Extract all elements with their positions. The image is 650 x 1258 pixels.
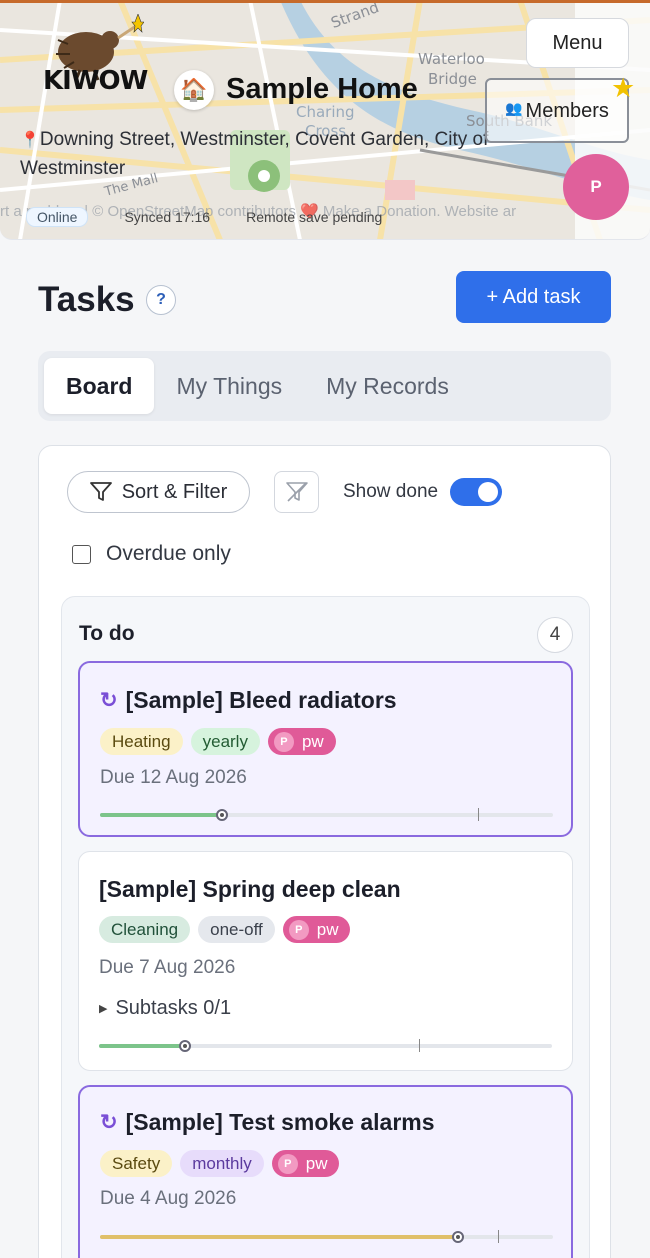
address-text: Downing Street, Westminster, Covent Gard…	[20, 129, 489, 179]
members-label: Members	[525, 100, 609, 122]
category-tag: Cleaning	[99, 916, 191, 943]
remote-save-status: Remote save pending	[246, 209, 383, 225]
category-tag: Heating	[100, 728, 183, 755]
members-button[interactable]: 👥 Members	[485, 78, 629, 143]
tab-my-things[interactable]: My Things	[154, 358, 304, 414]
progress-handle[interactable]	[216, 809, 228, 821]
map-label: Bridge	[428, 70, 477, 88]
due-date: Due 12 Aug 2026	[100, 767, 247, 788]
task-card[interactable]: ↻ [Sample] Test smoke alarms Safety mont…	[78, 1085, 573, 1258]
location-pin-icon: 📍	[20, 132, 40, 149]
todo-column: To do 4 ↻ [Sample] Bleed radiators Heati…	[61, 596, 590, 1258]
assignee-name: pw	[316, 919, 339, 939]
task-board: Sort & Filter Show done Overdue only To …	[38, 445, 611, 1258]
show-done-label: Show done	[343, 481, 439, 502]
header-map: Strand Waterloo Bridge South Bank Charin…	[0, 0, 650, 240]
frequency-tag: yearly	[190, 728, 260, 755]
avatar: P	[273, 731, 294, 752]
members-icon: 👥	[505, 100, 523, 116]
task-card[interactable]: ↻ [Sample] Bleed radiators Heating yearl…	[78, 661, 573, 837]
logo-text: KIWOW	[43, 66, 148, 96]
recurring-icon: ↻	[100, 1111, 118, 1134]
progress-handle[interactable]	[179, 1040, 191, 1052]
progress-bar	[100, 1230, 553, 1243]
clear-filter-button[interactable]	[274, 471, 319, 513]
help-button[interactable]: ?	[146, 285, 176, 315]
menu-button[interactable]: Menu	[526, 18, 629, 68]
map-label: Waterloo	[418, 50, 485, 68]
home-icon: 🏠	[174, 70, 214, 110]
progress-bar	[100, 808, 553, 821]
progress-fill	[100, 813, 222, 817]
task-card[interactable]: [Sample] Spring deep clean Cleaning one-…	[78, 851, 573, 1071]
star-icon[interactable]: ★	[611, 73, 635, 104]
sync-status-row: Online Synced 17:16 Remote save pending	[26, 207, 382, 227]
avatar: P	[277, 1153, 298, 1174]
filter-off-icon	[285, 482, 308, 502]
assignee-tag: P pw	[271, 1150, 340, 1177]
due-date: Due 7 Aug 2026	[99, 957, 236, 978]
page-title: Tasks	[38, 280, 135, 319]
task-title-text: [Sample] Bleed radiators	[125, 687, 397, 713]
toggle-knob	[478, 482, 498, 502]
tab-board[interactable]: Board	[44, 358, 155, 414]
task-title-text: [Sample] Test smoke alarms	[125, 1109, 435, 1135]
category-tag: Safety	[100, 1150, 173, 1177]
progress-marker	[478, 808, 479, 821]
expand-triangle-icon: ▶	[99, 1003, 108, 1015]
task-title: ↻ [Sample] Test smoke alarms	[100, 1109, 435, 1136]
overdue-filter[interactable]: Overdue only	[72, 542, 231, 566]
task-tags: Safety monthly P pw	[100, 1150, 340, 1177]
progress-handle[interactable]	[452, 1231, 464, 1243]
column-count-badge: 4	[537, 617, 573, 653]
sort-filter-label: Sort & Filter	[121, 480, 228, 503]
online-badge: Online	[26, 207, 89, 227]
overdue-label: Overdue only	[106, 542, 231, 565]
tab-my-records[interactable]: My Records	[304, 358, 471, 414]
filter-icon	[89, 482, 112, 501]
show-done-toggle[interactable]	[450, 478, 502, 506]
home-title[interactable]: Sample Home	[226, 73, 418, 106]
task-title: ↻ [Sample] Bleed radiators	[100, 687, 397, 714]
progress-marker	[498, 1230, 499, 1243]
overdue-checkbox[interactable]	[72, 544, 91, 564]
assignee-tag: P pw	[267, 728, 336, 755]
subtasks-toggle[interactable]: ▶ Subtasks 0/1	[99, 997, 231, 1020]
synced-time: Synced 17:16	[124, 209, 211, 225]
view-tabs: Board My Things My Records	[38, 351, 611, 421]
progress-marker	[419, 1039, 420, 1052]
task-tags: Cleaning one-off P pw	[99, 916, 351, 943]
progress-fill	[100, 1235, 458, 1239]
frequency-tag: one-off	[198, 916, 275, 943]
assignee-tag: P pw	[282, 916, 351, 943]
task-tags: Heating yearly P pw	[100, 728, 336, 755]
task-title-text: [Sample] Spring deep clean	[99, 876, 401, 902]
column-title: To do	[79, 622, 135, 645]
assignee-name: pw	[301, 731, 324, 751]
progress-fill	[99, 1044, 185, 1048]
progress-bar	[99, 1039, 552, 1052]
add-task-button[interactable]: + Add task	[456, 271, 611, 323]
task-title: [Sample] Spring deep clean	[99, 876, 401, 903]
sort-filter-button[interactable]: Sort & Filter	[67, 471, 250, 513]
address: 📍Downing Street, Westminster, Covent Gar…	[20, 126, 490, 183]
assignee-name: pw	[305, 1153, 328, 1173]
avatar: P	[288, 919, 309, 940]
due-date: Due 4 Aug 2026	[100, 1188, 237, 1209]
top-accent-strip	[0, 0, 650, 3]
frequency-tag: monthly	[180, 1150, 264, 1177]
recurring-icon: ↻	[100, 689, 118, 712]
subtasks-label: Subtasks 0/1	[115, 997, 232, 1019]
